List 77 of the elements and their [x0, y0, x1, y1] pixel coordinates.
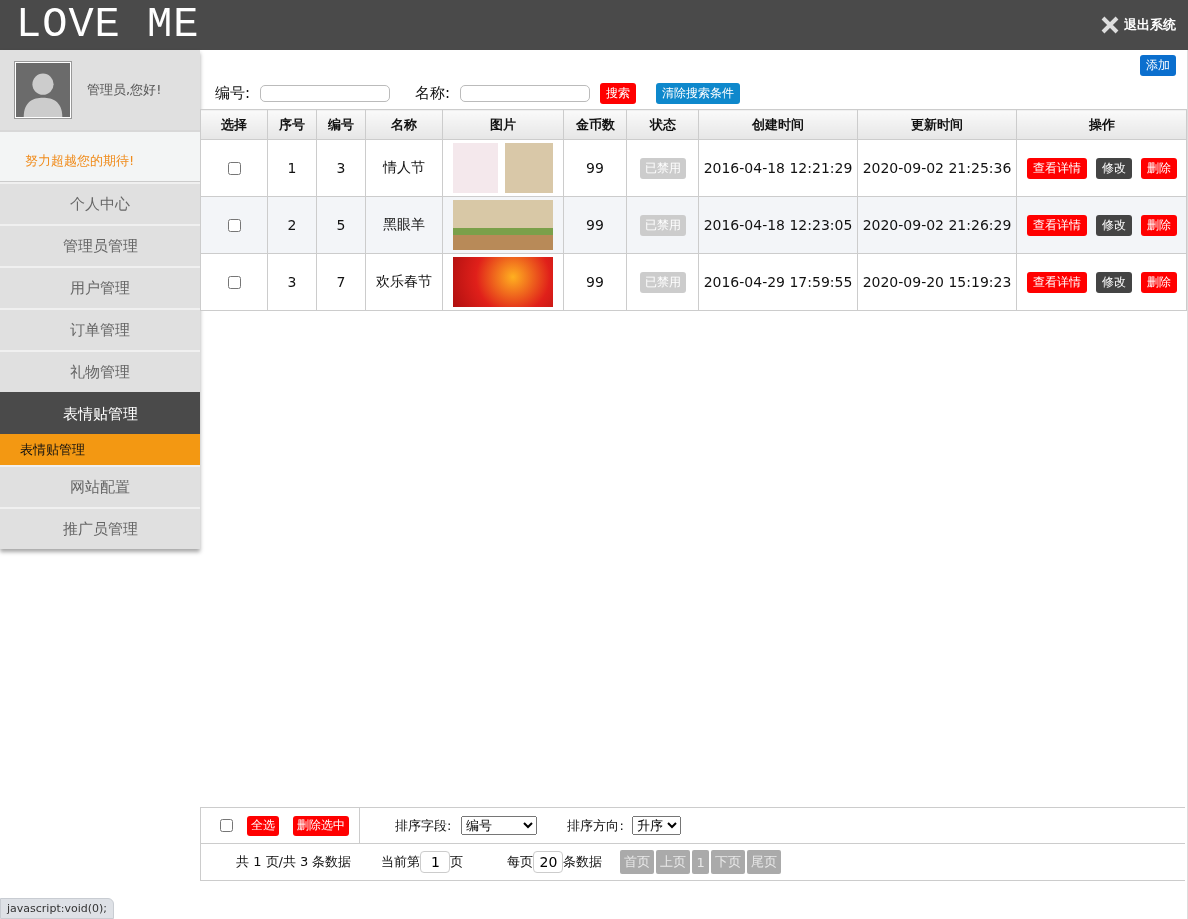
search-button[interactable]: 搜索 [600, 82, 637, 104]
column-header: 编号 [316, 109, 366, 140]
search-field[interactable] [460, 84, 591, 102]
table-cell: 2020-09-02 21:25:36 [857, 139, 1017, 197]
edit-button[interactable]: 修改 [1095, 157, 1132, 179]
delete-button[interactable]: 删除 [1140, 214, 1177, 236]
table-cell: 情人节 [365, 139, 443, 197]
column-header: 操作 [1016, 109, 1187, 140]
menu-item[interactable]: 个人中心 [0, 182, 200, 224]
table-cell: 欢乐春节 [365, 253, 443, 311]
edit-button[interactable]: 修改 [1095, 214, 1132, 236]
sort-field-label: 排序字段: [395, 816, 452, 835]
details-button[interactable]: 查看详情 [1026, 271, 1087, 293]
close-icon [1100, 15, 1120, 35]
column-header: 选择 [200, 109, 268, 140]
delete-selected-button[interactable]: 删除选中 [293, 815, 349, 836]
table-cell: 2016-04-18 12:23:05 [698, 196, 858, 254]
search-field[interactable] [260, 84, 391, 102]
delete-button[interactable]: 删除 [1140, 157, 1177, 179]
greeting: 管理员,您好! [87, 81, 162, 99]
details-button[interactable]: 查看详情 [1026, 157, 1087, 179]
avatar-silhouette [15, 62, 71, 118]
details-button[interactable]: 查看详情 [1026, 214, 1087, 236]
submenu-item[interactable]: 表情贴管理 [0, 434, 200, 465]
per-page-suffix: 条数据 [563, 853, 603, 871]
current-page-label: 当前第 [381, 853, 421, 871]
menu-item[interactable]: 推广员管理 [0, 507, 200, 549]
select-all-button[interactable]: 全选 [247, 815, 279, 836]
column-header: 序号 [267, 109, 317, 140]
status-url: javascript:void(0); [0, 898, 114, 919]
row-checkbox[interactable] [228, 275, 241, 289]
column-header: 名称 [365, 109, 443, 140]
table-cell: 99 [563, 253, 627, 311]
per-page-label: 每页 [507, 853, 534, 871]
clear-button[interactable]: 清除搜索条件 [656, 82, 741, 104]
menu-item[interactable]: 订单管理 [0, 308, 200, 350]
column-header: 更新时间 [857, 109, 1017, 140]
logout-link[interactable]: 退出系统 [1100, 15, 1176, 35]
column-header: 图片 [442, 109, 564, 140]
delete-button[interactable]: 删除 [1140, 271, 1177, 293]
column-header: 创建时间 [698, 109, 858, 140]
column-header: 状态 [626, 109, 699, 140]
sort-direction-select[interactable]: 升序 [631, 816, 681, 835]
menu-item[interactable]: 表情贴管理 [0, 392, 200, 434]
table-cell: 3 [267, 253, 317, 311]
per-page-field[interactable]: 20 [533, 851, 564, 873]
slogan: 努力超越您的期待! [0, 130, 200, 182]
table-cell: 5 [316, 196, 366, 254]
table-cell: 99 [563, 139, 627, 197]
field-label: 编号: [215, 83, 251, 103]
select-all-checkbox[interactable] [220, 819, 233, 832]
table-cell: 2020-09-20 15:19:23 [857, 253, 1017, 311]
menu-item[interactable]: 管理员管理 [0, 224, 200, 266]
table-cell: 7 [316, 253, 366, 311]
table-cell: 2020-09-02 21:26:29 [857, 196, 1017, 254]
table-cell: 2016-04-18 12:21:29 [698, 139, 858, 197]
table-cell: 黑眼羊 [365, 196, 443, 254]
field-label: 名称: [415, 83, 451, 103]
page-summary: 共 1 页/共 3 条数据 [236, 853, 352, 871]
sort-field-select[interactable]: 编号 [461, 816, 538, 835]
row-checkbox[interactable] [228, 218, 241, 232]
edit-button[interactable]: 修改 [1095, 271, 1132, 293]
table-cell: 3 [316, 139, 366, 197]
row-checkbox[interactable] [228, 161, 241, 175]
sort-direction-label: 排序方向: [567, 816, 624, 835]
table-cell: 1 [267, 139, 317, 197]
table-cell: 2 [267, 196, 317, 254]
menu-item[interactable]: 用户管理 [0, 266, 200, 308]
current-page-suffix: 页 [450, 853, 464, 871]
table-cell: 99 [563, 196, 627, 254]
menu-item[interactable]: 礼物管理 [0, 350, 200, 392]
menu-item[interactable]: 网站配置 [0, 465, 200, 507]
logo: LOVE ME [16, 1, 200, 49]
current-page-field[interactable]: 1 [420, 851, 451, 873]
table-cell: 2016-04-29 17:59:55 [698, 253, 858, 311]
column-header: 金币数 [563, 109, 627, 140]
add-button[interactable]: 添加 [1140, 55, 1176, 76]
